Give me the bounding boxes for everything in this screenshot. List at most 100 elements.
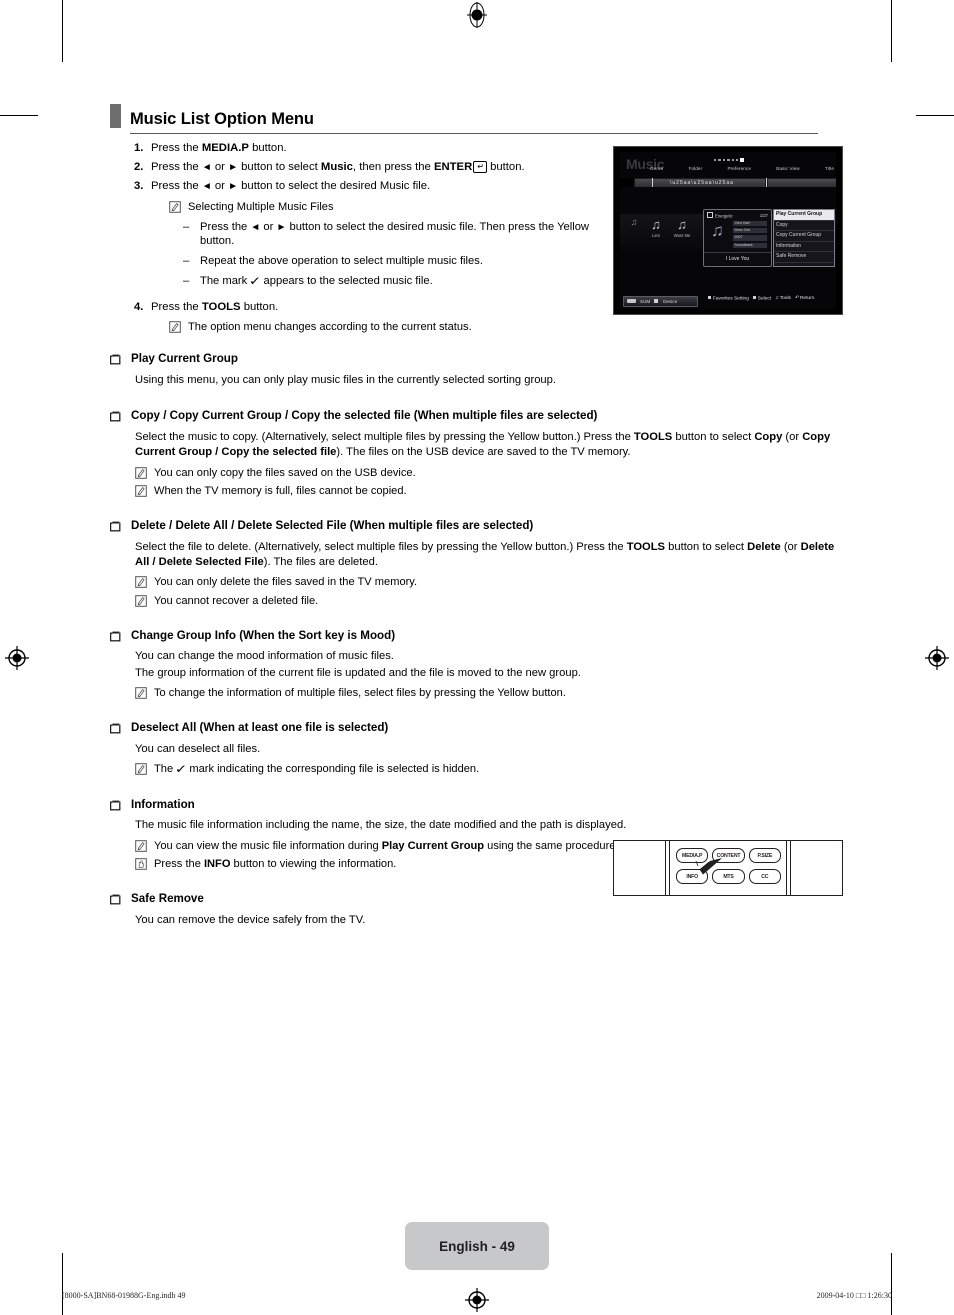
- tv-page-dots: [714, 158, 745, 162]
- section-heading-text: Copy / Copy Current Group / Copy the sel…: [131, 409, 598, 423]
- detail-counter: 1/27: [759, 212, 768, 218]
- checkbox-icon[interactable]: [707, 212, 713, 218]
- status-left-1: Device: [663, 298, 678, 304]
- remote-control-diagram: MEDIA.P CONTENT P.SIZE INFO MTS CC: [613, 840, 843, 896]
- remote-button-mts[interactable]: MTS: [712, 869, 745, 884]
- tv-screen: Music Genre Folder Preference Basic View Tit…: [620, 152, 836, 309]
- remote-button-p-size[interactable]: P.SIZE: [748, 848, 781, 863]
- bullet-square-icon: [110, 723, 121, 734]
- section-paragraph: You can remove the device safely from th…: [135, 913, 366, 926]
- step-number: 3.: [134, 180, 144, 193]
- step-text: Press the ◄ or ► button to select the de…: [151, 181, 604, 294]
- content-section: Safe Remove You can remove the device saf…: [110, 892, 850, 928]
- tv-scroll-bar[interactable]: \u25aa\u25aa\u25aa: [620, 178, 836, 187]
- note-text: When the TV memory is full, files cannot…: [154, 484, 407, 497]
- step-item: 1. Press the MEDIA.P button.: [134, 142, 604, 154]
- dash-item: – Repeat the above operation to select mu…: [183, 254, 604, 269]
- detail-track-title: I Love You: [704, 252, 771, 262]
- tv-menu-item[interactable]: Information: [774, 242, 834, 252]
- section-paragraph: The group information of the current fil…: [135, 666, 581, 679]
- tv-music-item[interactable]: ♫ Lies: [644, 218, 668, 238]
- section-notes: The ✓ mark indicating the corresponding …: [135, 762, 850, 776]
- dash-item: – Press the ◄ or ► button to select the d…: [183, 220, 604, 249]
- tv-music-item[interactable]: ♫: [622, 218, 646, 229]
- square-dot-icon: [654, 299, 658, 303]
- tv-status-action[interactable]: Select: [752, 296, 771, 301]
- section-paragraph: You can change the mood information of m…: [135, 650, 394, 663]
- music-note-icon: ♫: [711, 221, 724, 240]
- tv-status-action[interactable]: ↶Return: [795, 296, 814, 301]
- pencil-note-icon: [169, 200, 181, 213]
- remote-rail: [790, 841, 791, 895]
- usb-icon: [627, 299, 636, 303]
- note-text: To change the information of multiple fi…: [154, 687, 566, 700]
- tv-tab[interactable]: Genre: [650, 166, 663, 171]
- music-note-icon: ♫: [651, 217, 661, 232]
- tv-status-bar: SUM Device Favorites Setting Select ♫Tools…: [620, 295, 836, 307]
- tv-menu-item[interactable]: Safe Remove: [774, 252, 834, 263]
- tv-tab[interactable]: Folder: [689, 166, 703, 171]
- manual-page: Music List Option Menu 1. Press the MEDI…: [0, 0, 954, 1315]
- tv-tab[interactable]: Title: [825, 166, 834, 171]
- scrollbar-track-right: [768, 178, 836, 187]
- section-heading-text: Deselect All (When at least one file is …: [131, 721, 389, 735]
- remote-button-content[interactable]: CONTENT: [712, 848, 745, 863]
- pencil-note-icon: [135, 484, 147, 497]
- tv-menu-item[interactable]: Play Current Group: [774, 210, 834, 221]
- dot-active: [740, 158, 745, 162]
- step-item: 4. Press the TOOLS button. The option me…: [134, 301, 604, 334]
- dash-list: – Press the ◄ or ► button to select the d…: [183, 220, 604, 289]
- remote-button-cc[interactable]: CC: [748, 869, 781, 884]
- section-heading: Change Group Info (When the Sort key is …: [110, 628, 850, 643]
- music-note-icon: ♫: [630, 217, 638, 227]
- tv-status-action[interactable]: Favorites Setting: [708, 296, 749, 301]
- detail-meta-row: Deux Out: [733, 228, 767, 235]
- note-row: You can only delete the files saved in t…: [135, 575, 850, 589]
- detail-header: Energetic 1/27: [707, 212, 768, 219]
- content-section: Copy / Copy Current Group / Copy the sel…: [110, 409, 850, 498]
- section-body: Using this menu, you can only play music…: [135, 373, 850, 388]
- dot: [735, 158, 739, 162]
- dot: [718, 158, 721, 162]
- section-heading: Copy / Copy Current Group / Copy the sel…: [110, 409, 850, 423]
- step-text: Press the TOOLS button. The option menu …: [151, 301, 604, 334]
- tv-tab[interactable]: Preference: [728, 166, 751, 171]
- step-number: 1.: [134, 142, 144, 154]
- section-body: You can remove the device safely from th…: [135, 913, 850, 928]
- bullet-square-icon: [110, 521, 121, 532]
- pencil-note-icon: [135, 763, 147, 776]
- tv-status-action[interactable]: ♫Tools: [775, 296, 791, 301]
- note-row: The option menu changes according to the…: [169, 320, 604, 334]
- tv-menu-item[interactable]: Copy Current Group: [774, 231, 834, 242]
- arrow-icon: ►: [228, 181, 238, 193]
- section-notes: You can only copy the files saved on the…: [135, 466, 850, 498]
- content-section: Deselect All (When at least one file is …: [110, 722, 850, 776]
- remote-button-media-p[interactable]: MEDIA.P: [676, 848, 709, 863]
- arrow-icon: ►: [228, 161, 238, 173]
- section-notes: To change the information of multiple fi…: [135, 686, 850, 700]
- tv-context-menu[interactable]: Play Current Group Copy Copy Current Group…: [773, 209, 835, 267]
- section-heading-text: Change Group Info (When the Sort key is …: [131, 628, 396, 642]
- section-heading: Delete / Delete All / Delete Selected Fi…: [110, 519, 850, 533]
- step-text: Press the MEDIA.P button.: [151, 142, 287, 154]
- footer-timestamp: 2009-04-10 □□ 1:26:30: [816, 1291, 892, 1300]
- note-text: Selecting Multiple Music Files: [188, 200, 334, 213]
- status-actions: Favorites Setting Select ♫Tools ↶Return: [708, 296, 814, 301]
- section-heading-text: Play Current Group: [131, 352, 238, 365]
- tv-menu-item[interactable]: Copy: [774, 221, 834, 231]
- content-section: Delete / Delete All / Delete Selected Fi…: [110, 519, 850, 608]
- section-body: You can deselect all files.: [135, 742, 850, 757]
- dash-icon: –: [183, 255, 190, 268]
- square-dot-icon: [752, 296, 757, 300]
- remote-button-info[interactable]: INFO: [676, 869, 709, 884]
- pencil-note-icon: [135, 576, 147, 589]
- title-divider: [130, 133, 818, 134]
- tv-music-item[interactable]: ♫ Want Me: [670, 218, 694, 238]
- hand-note-icon: [135, 858, 147, 870]
- arrow-icon: ◄: [201, 181, 212, 193]
- pencil-note-icon: [135, 594, 147, 607]
- note-row: To change the information of multiple fi…: [135, 686, 850, 700]
- pencil-note-icon: [169, 321, 181, 334]
- tv-tab[interactable]: Basic View: [776, 166, 799, 171]
- section-body: You can change the mood information of m…: [135, 649, 850, 681]
